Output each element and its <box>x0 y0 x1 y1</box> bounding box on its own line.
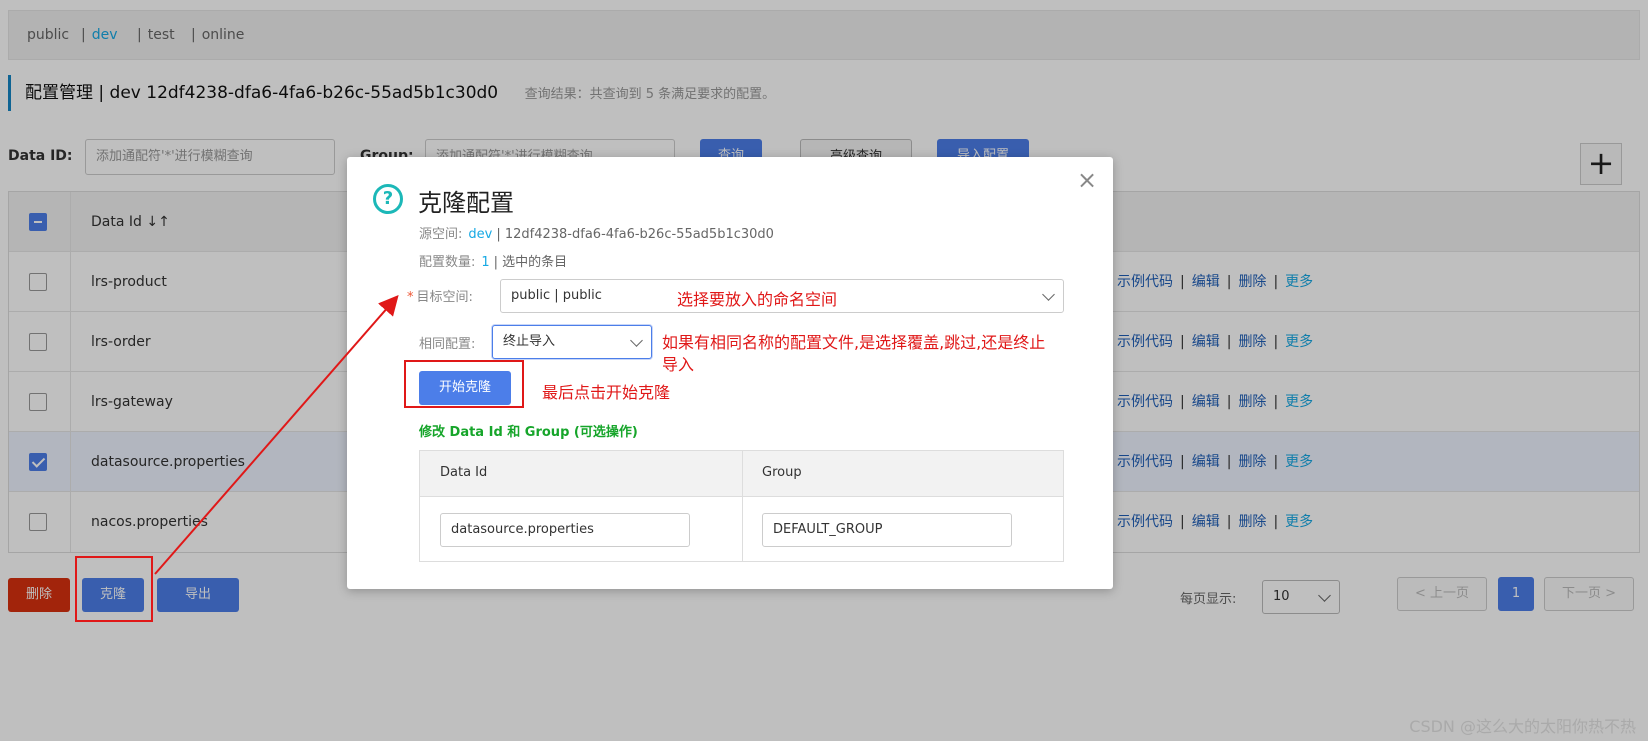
watermark: CSDN @这么大的太阳你热不热 <box>1409 717 1636 736</box>
page: public | dev | test | online 配置管理 | dev 12d… <box>0 0 1648 741</box>
annotation-arrow <box>154 294 399 575</box>
